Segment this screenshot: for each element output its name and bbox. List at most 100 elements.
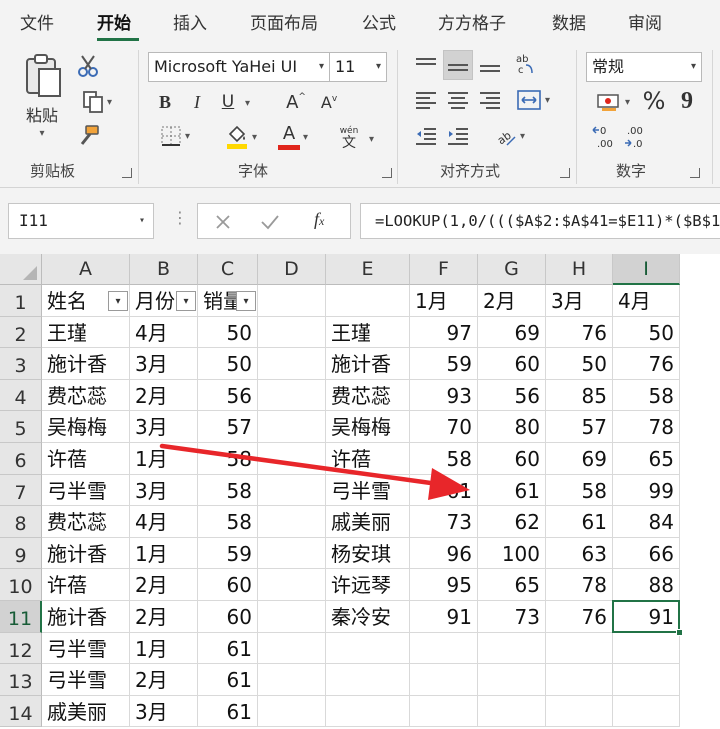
accounting-format-button[interactable]: ▾: [590, 88, 636, 116]
increase-indent-button[interactable]: [444, 122, 472, 150]
row-header-4[interactable]: 4: [0, 379, 42, 412]
font-color-button[interactable]: A ▾: [270, 122, 316, 152]
cell-d11[interactable]: [258, 601, 326, 633]
cell-a10[interactable]: 许蓓: [42, 569, 130, 601]
fill-handle[interactable]: [676, 628, 683, 636]
top-align-button[interactable]: [412, 50, 440, 78]
cell-d4[interactable]: [258, 379, 326, 412]
tab-review[interactable]: 审阅: [628, 9, 662, 34]
column-header-a[interactable]: A: [42, 254, 130, 285]
orientation-button[interactable]: ab c: [510, 50, 540, 78]
cell-c7[interactable]: 58: [198, 474, 258, 507]
cell-b12[interactable]: 1月: [130, 632, 198, 665]
cell-c8[interactable]: 58: [198, 506, 258, 538]
cell-d12[interactable]: [258, 632, 326, 665]
cell-h6[interactable]: 69: [546, 443, 613, 475]
tab-fangfang-gezi[interactable]: 方方格子: [438, 9, 506, 34]
column-header-b[interactable]: B: [130, 254, 198, 285]
cell-f3[interactable]: 59: [410, 348, 478, 380]
tab-home[interactable]: 开始: [97, 9, 131, 34]
cell-i4[interactable]: 58: [613, 379, 680, 412]
cell-h8[interactable]: 61: [546, 506, 613, 538]
cell-e5[interactable]: 吴梅梅: [326, 411, 410, 443]
cell-b7[interactable]: 3月: [130, 474, 198, 507]
decrease-decimal-button[interactable]: .00 .0: [622, 122, 652, 152]
tab-page-layout[interactable]: 页面布局: [250, 9, 318, 34]
select-all-button[interactable]: [0, 254, 42, 285]
cell-e1[interactable]: [326, 285, 410, 317]
enter-check-icon[interactable]: [260, 213, 280, 231]
cell-d7[interactable]: [258, 474, 326, 507]
column-header-c[interactable]: C: [198, 254, 258, 285]
cell-g8[interactable]: 62: [478, 506, 546, 538]
cell-b3[interactable]: 3月: [130, 348, 198, 380]
cell-g5[interactable]: 80: [478, 411, 546, 443]
font-name-combo[interactable]: Microsoft YaHei UI ▾: [148, 52, 330, 82]
cell-i1[interactable]: 4月: [613, 285, 680, 317]
cell-f1[interactable]: 1月: [410, 285, 478, 317]
comma-style-button[interactable]: 9: [674, 86, 700, 116]
underline-button[interactable]: U: [216, 88, 240, 116]
cell-g1[interactable]: 2月: [478, 285, 546, 317]
italic-button[interactable]: I: [184, 88, 210, 116]
cell-c3[interactable]: 50: [198, 348, 258, 380]
font-size-combo[interactable]: 11 ▾: [329, 52, 387, 82]
cell-g12[interactable]: [478, 632, 546, 665]
merge-center-button[interactable]: ▾: [508, 86, 558, 114]
cell-h12[interactable]: [546, 632, 613, 665]
cell-d3[interactable]: [258, 348, 326, 380]
cell-h11[interactable]: 76: [546, 601, 613, 633]
phonetic-dropdown-icon[interactable]: ▾: [369, 134, 374, 145]
cell-d1[interactable]: [258, 285, 326, 317]
cell-b11[interactable]: 2月: [130, 601, 198, 633]
row-header-11[interactable]: 11: [0, 601, 42, 633]
row-header-7[interactable]: 7: [0, 474, 42, 507]
cell-c10[interactable]: 60: [198, 569, 258, 601]
cell-c12[interactable]: 61: [198, 632, 258, 665]
cell-h4[interactable]: 85: [546, 379, 613, 412]
cell-d10[interactable]: [258, 569, 326, 601]
cell-b4[interactable]: 2月: [130, 379, 198, 412]
cell-h7[interactable]: 58: [546, 474, 613, 507]
cell-f2[interactable]: 97: [410, 316, 478, 349]
cell-i2[interactable]: 50: [613, 316, 680, 349]
cell-c5[interactable]: 57: [198, 411, 258, 443]
cell-f8[interactable]: 73: [410, 506, 478, 538]
cell-c11[interactable]: 60: [198, 601, 258, 633]
cell-g13[interactable]: [478, 664, 546, 696]
cell-i8[interactable]: 84: [613, 506, 680, 538]
cell-i3[interactable]: 76: [613, 348, 680, 380]
column-header-d[interactable]: D: [258, 254, 326, 285]
cell-g6[interactable]: 60: [478, 443, 546, 475]
row-header-5[interactable]: 5: [0, 411, 42, 443]
filter-dropdown-icon[interactable]: ▾: [236, 291, 256, 311]
cell-c4[interactable]: 56: [198, 379, 258, 412]
cut-button[interactable]: [74, 52, 102, 80]
cell-i10[interactable]: 88: [613, 569, 680, 601]
cell-c14[interactable]: 61: [198, 695, 258, 728]
formula-input[interactable]: =LOOKUP(1,0/((($A$2:$A$41=$E11)*($B$1: [360, 203, 720, 239]
column-header-f[interactable]: F: [410, 254, 478, 285]
cell-a13[interactable]: 弓半雪: [42, 664, 130, 696]
name-box[interactable]: I11 ▾: [8, 203, 154, 239]
cell-f9[interactable]: 96: [410, 537, 478, 570]
align-right-button[interactable]: [476, 86, 504, 114]
cell-a2[interactable]: 王瑾: [42, 316, 130, 349]
increase-font-size-button[interactable]: A ^: [283, 88, 309, 116]
cell-g2[interactable]: 69: [478, 316, 546, 349]
cell-e12[interactable]: [326, 632, 410, 665]
cell-f6[interactable]: 58: [410, 443, 478, 475]
cell-a4[interactable]: 费芯蕊: [42, 379, 130, 412]
cell-b8[interactable]: 4月: [130, 506, 198, 538]
cell-d9[interactable]: [258, 537, 326, 570]
cell-i9[interactable]: 66: [613, 537, 680, 570]
bold-button[interactable]: B: [152, 88, 178, 116]
cell-a12[interactable]: 弓半雪: [42, 632, 130, 665]
orientation-angle-button[interactable]: ab ▾: [488, 122, 532, 150]
number-format-combo[interactable]: 常规 ▾: [586, 52, 702, 82]
cell-f11[interactable]: 91: [410, 601, 478, 633]
cell-e3[interactable]: 施计香: [326, 348, 410, 380]
column-header-g[interactable]: G: [478, 254, 546, 285]
cell-g14[interactable]: [478, 695, 546, 728]
cell-f5[interactable]: 70: [410, 411, 478, 443]
